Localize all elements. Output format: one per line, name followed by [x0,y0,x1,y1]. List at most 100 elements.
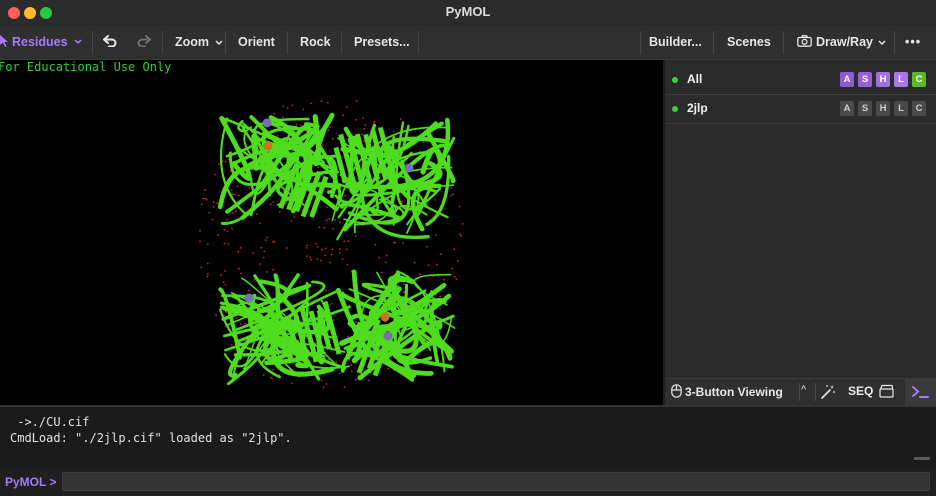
water-dot [271,377,273,380]
redo-button[interactable] [137,26,152,59]
water-dot [262,256,265,259]
water-dot [239,323,242,325]
water-dot [212,206,215,208]
water-dot [455,278,458,280]
mouse-mode-label: 3-Button Viewing [685,385,783,399]
water-dot [330,253,333,256]
water-dot [361,133,363,136]
title-bar: PyMOL [0,0,936,26]
water-dot [263,250,266,253]
water-dot [282,105,285,108]
toolbar: Residues Zoom Orient Rock Presets... Bui… [0,26,936,60]
water-dot [231,227,233,230]
enabled-indicator [672,106,678,112]
water-dot [259,263,261,265]
water-dot [324,254,326,257]
water-dot [206,273,209,275]
water-dot [326,206,328,209]
water-dot [328,218,331,220]
terminal-prompt-icon [912,386,929,398]
water-dot [332,319,335,321]
water-dot [226,218,228,221]
command-line-toggle-button[interactable] [905,379,936,406]
chevron-down-icon [878,40,886,46]
water-dot [317,166,319,169]
water-dot [427,264,430,267]
water-dot [436,263,438,266]
water-dot [310,258,312,261]
water-dot [338,248,341,251]
action-button[interactable]: A [840,101,854,116]
water-dot [450,194,453,197]
water-dot [208,211,211,214]
water-dot [320,259,322,262]
label-button[interactable]: L [894,101,908,116]
camera-icon [797,35,812,47]
builder-button[interactable]: Builder... [649,26,702,59]
movie-panel-button[interactable] [879,384,894,403]
molecule-viewport[interactable]: For Educational Use Only [0,60,663,405]
more-options-button[interactable]: ••• [905,26,921,59]
object-name: 2jlp [687,101,708,115]
water-dot [355,378,357,381]
label-button[interactable]: L [894,72,908,87]
water-dot [378,256,381,259]
water-dot [302,108,305,111]
water-dot [290,220,293,222]
footer-divider [799,383,800,401]
water-dot [458,205,461,208]
water-dot [272,240,274,243]
water-dot [256,213,258,216]
toolbar-divider [783,31,784,54]
water-dot [452,193,454,196]
hide-button[interactable]: H [876,101,890,116]
console-output: ->./CU.cif CmdLoad: "./2jlp.cif" loaded … [0,405,936,469]
water-dot [318,226,321,229]
water-dot [214,173,216,176]
chevron-up-icon[interactable]: ^ [801,384,806,396]
water-dot [217,234,220,236]
water-dot [205,198,208,201]
action-button[interactable]: A [840,72,854,87]
presets-button[interactable]: Presets... [354,26,410,59]
water-dot [206,262,209,265]
draw-ray-button[interactable]: Draw/Ray [797,26,886,59]
rock-button[interactable]: Rock [300,26,331,59]
command-bar: PyMOL > [0,469,936,496]
water-dot [402,291,405,294]
console-resize-handle[interactable] [914,457,930,460]
water-dot [362,117,364,120]
orient-button[interactable]: Orient [238,26,275,59]
magic-wand-icon [821,385,835,399]
water-dot [309,256,312,258]
toolbar-divider [341,31,342,54]
object-row-2jlp[interactable]: 2jlp A S H L C [665,94,936,124]
color-button[interactable]: C [912,101,926,116]
water-dot [350,370,353,373]
water-dot [252,252,254,254]
water-dot [293,216,296,219]
undo-button[interactable] [102,26,117,59]
water-dot [339,221,341,224]
wizard-button[interactable] [820,384,836,404]
command-input[interactable] [62,472,930,491]
sequence-button[interactable]: SEQ [848,384,873,398]
water-dot [211,218,214,221]
water-dot [276,135,279,137]
water-dot [413,261,416,264]
show-button[interactable]: S [858,72,872,87]
mouse-mode-button[interactable]: 3-Button Viewing [671,384,783,399]
hide-button[interactable]: H [876,72,890,87]
water-dot [381,271,383,274]
scenes-button[interactable]: Scenes [727,26,771,59]
command-prompt-label: PyMOL > [5,475,57,489]
water-dot [392,130,395,133]
residues-selection-mode[interactable]: Residues [0,26,82,59]
object-name: All [687,72,703,86]
zoom-menu-button[interactable]: Zoom [175,26,223,59]
show-button[interactable]: S [858,101,872,116]
water-dot [434,199,437,201]
color-button[interactable]: C [912,72,926,87]
water-dot [204,197,207,200]
object-row-all[interactable]: All A S H L C [665,65,936,95]
